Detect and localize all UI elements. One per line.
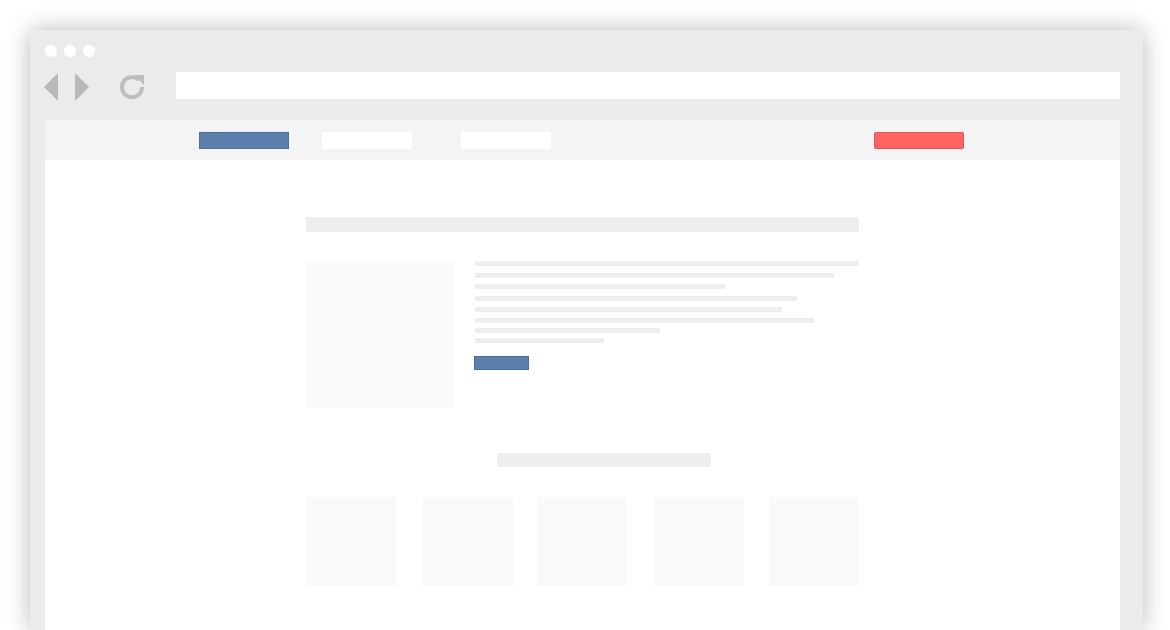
browser-window bbox=[30, 30, 1143, 630]
nav-item[interactable] bbox=[322, 132, 412, 149]
text-line bbox=[475, 318, 814, 323]
site-navbar bbox=[45, 120, 1120, 160]
window-control-dot[interactable] bbox=[64, 45, 76, 57]
text-line bbox=[475, 338, 604, 343]
window-control-dot[interactable] bbox=[83, 45, 95, 57]
text-line bbox=[475, 296, 797, 301]
nav-item[interactable] bbox=[461, 132, 551, 149]
text-line bbox=[475, 273, 834, 278]
address-bar[interactable] bbox=[176, 72, 1120, 99]
cta-button[interactable] bbox=[874, 132, 964, 149]
chevron-right-icon[interactable] bbox=[75, 73, 89, 101]
card[interactable] bbox=[423, 497, 513, 586]
section-heading bbox=[497, 453, 711, 467]
card[interactable] bbox=[306, 497, 396, 586]
text-line bbox=[475, 284, 725, 289]
text-line bbox=[475, 307, 782, 312]
reload-icon[interactable] bbox=[117, 71, 147, 101]
card[interactable] bbox=[654, 497, 744, 586]
text-line bbox=[475, 261, 859, 266]
text-line bbox=[475, 328, 660, 333]
page-viewport bbox=[45, 120, 1120, 630]
page-title bbox=[306, 217, 859, 232]
nav-item-primary[interactable] bbox=[199, 132, 289, 149]
window-control-dot[interactable] bbox=[45, 45, 57, 57]
chevron-left-icon[interactable] bbox=[44, 73, 58, 101]
intro-button[interactable] bbox=[474, 356, 529, 370]
card[interactable] bbox=[769, 497, 859, 586]
card[interactable] bbox=[537, 497, 627, 586]
intro-image bbox=[306, 261, 454, 408]
